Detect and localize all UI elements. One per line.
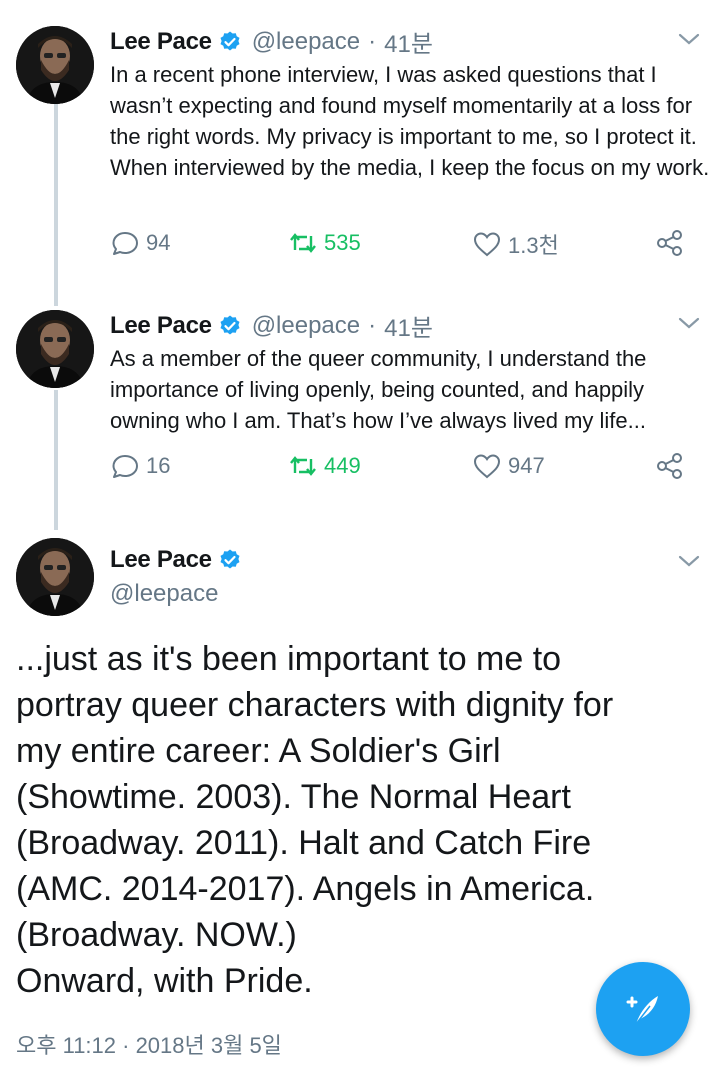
profile-photo-icon [16,310,94,388]
tweet-time[interactable]: 41분 [384,24,433,59]
tweet-text: In a recent phone interview, I was asked… [110,62,710,180]
main-tweet-line: ...just as it's been important to me to [16,640,562,678]
like-count: 947 [508,453,545,478]
avatar[interactable] [16,538,94,616]
main-tweet-line: (Broadway. 2011). Halt and Catch Fire [16,824,592,862]
reply-button[interactable]: 94 [110,228,170,258]
profile-photo-icon [16,26,94,104]
retweet-count: 535 [324,230,361,255]
compose-quill-icon [626,996,658,1025]
retweet-count: 449 [324,453,361,478]
display-name[interactable]: Lee Pace [110,546,212,574]
retweet-button[interactable]: 449 [288,451,361,481]
reply-count: 94 [146,230,171,255]
verified-badge-icon [218,30,242,54]
user-handle[interactable]: @leepace [110,580,242,608]
chevron-down-icon[interactable] [676,548,702,574]
reply-count: 16 [146,453,171,478]
display-name[interactable]: Lee Pace [110,28,212,56]
tweet[interactable]: Lee Pace @leepace · 41분 As a member of t… [0,290,720,520]
reply-icon [112,232,138,255]
tweet[interactable]: Lee Pace @leepace · 41분 In a recent phon… [0,0,720,290]
avatar[interactable] [16,26,94,104]
share-icon [657,230,682,256]
like-count: 1.3천 [508,233,559,258]
tweet-text: As a member of the queer community, I un… [110,346,647,433]
main-tweet-line: (Broadway. NOW.) [16,916,297,954]
like-icon [473,454,501,479]
avatar[interactable] [16,310,94,388]
main-tweet-line: portray queer characters with dignity fo… [16,686,614,724]
retweet-icon [290,233,316,253]
share-button[interactable] [655,451,691,481]
display-name[interactable]: Lee Pace [110,312,212,340]
chevron-down-icon[interactable] [676,310,702,336]
user-handle[interactable]: @leepace [252,28,360,56]
reply-button[interactable]: 16 [110,451,170,481]
user-handle[interactable]: @leepace [252,312,360,340]
tweet-timestamp: 오후 11:12 · 2018년 3월 5일 [16,1033,282,1058]
share-icon [657,453,682,479]
main-tweet-text: ...just as it's been important to me to … [16,636,706,1004]
retweet-icon [290,456,316,476]
tweet-header: Lee Pace @leepace · 41분 [110,308,433,343]
like-icon [473,232,501,257]
main-tweet-header: Lee Pace @leepace [110,546,242,608]
like-button[interactable]: 1.3천 [472,228,559,260]
reply-icon [112,455,138,478]
main-tweet-line: (AMC. 2014-2017). Angels in America. [16,870,595,908]
separator-dot: · [368,311,377,339]
share-button[interactable] [655,228,691,258]
tweet-header: Lee Pace @leepace · 41분 [110,24,433,59]
main-tweet-line: my entire career: A Soldier's Girl [16,732,501,770]
profile-photo-icon [16,538,94,616]
like-button[interactable]: 947 [472,451,545,481]
chevron-down-icon[interactable] [676,26,702,52]
verified-badge-icon [218,548,242,572]
main-tweet-line: (Showtime. 2003). The Normal Heart [16,778,571,816]
tweet-actions: 16 449 947 [110,451,700,483]
verified-badge-icon [218,314,242,338]
tweet-actions: 94 535 1.3천 [110,228,700,260]
compose-tweet-button[interactable] [596,962,690,1056]
tweet-time[interactable]: 41분 [384,308,433,343]
separator-dot: · [368,27,377,55]
retweet-button[interactable]: 535 [288,228,361,258]
